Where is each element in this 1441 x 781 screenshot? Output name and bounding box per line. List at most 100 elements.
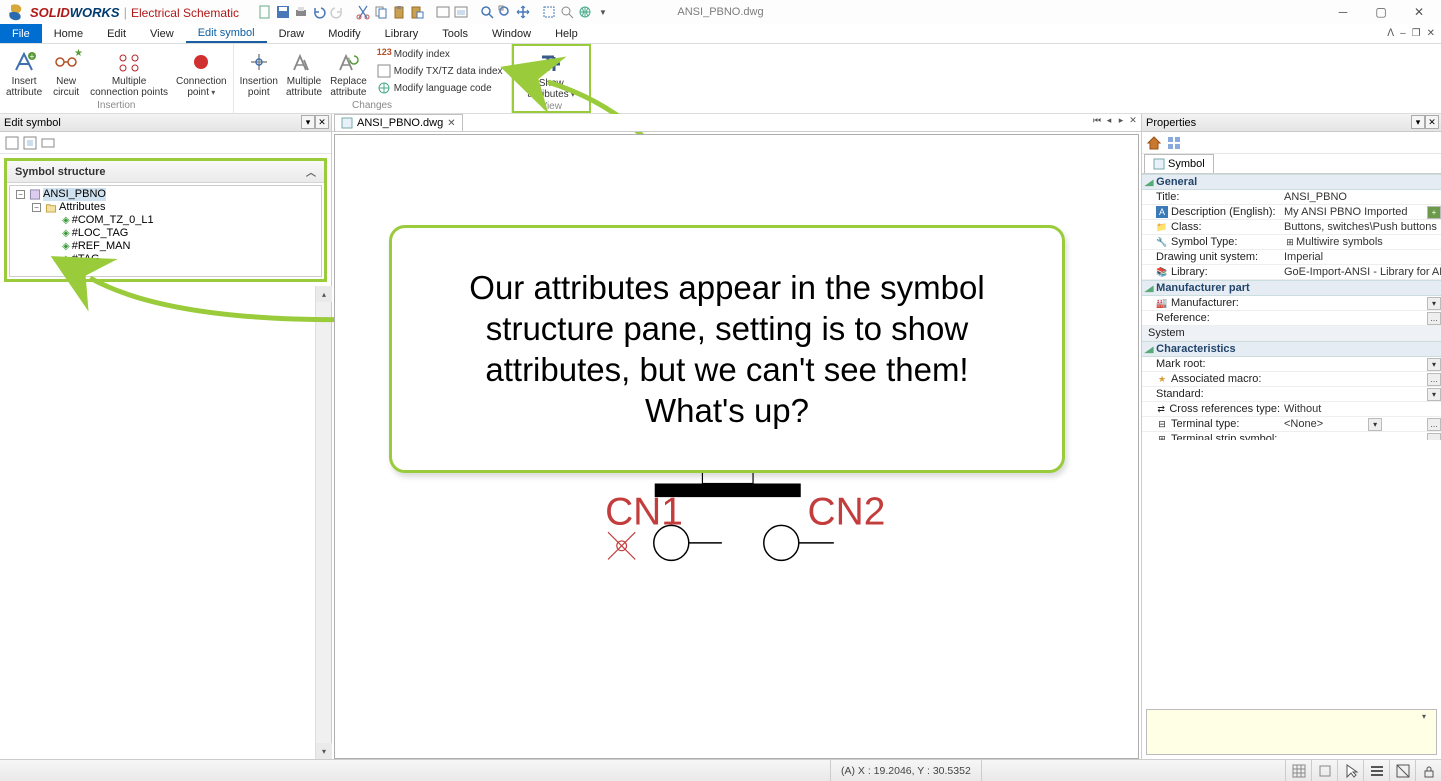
- globe-icon[interactable]: [577, 4, 593, 20]
- prop-row[interactable]: ADescription (English):My ANSI PBNO Impo…: [1142, 205, 1441, 220]
- child-close-icon[interactable]: ✕: [1425, 28, 1437, 39]
- prop-row[interactable]: ⊞Terminal strip symbol:…: [1142, 432, 1441, 440]
- maximize-button[interactable]: ▢: [1371, 2, 1391, 22]
- multiple-connection-points-button[interactable]: Multiple connection points: [86, 46, 172, 98]
- menu-edit-symbol[interactable]: Edit symbol: [186, 24, 267, 43]
- new-doc-icon[interactable]: [257, 4, 273, 20]
- dropdown-button[interactable]: ▾: [1427, 358, 1441, 371]
- prop-row[interactable]: ★Associated macro:…: [1142, 372, 1441, 387]
- tree-toggle[interactable]: −: [32, 203, 41, 212]
- menu-home[interactable]: Home: [42, 24, 95, 43]
- lines-icon[interactable]: [1363, 760, 1389, 781]
- ellipsis-button[interactable]: …: [1427, 312, 1441, 325]
- modify-language-button[interactable]: Modify language code: [377, 80, 503, 96]
- section-general[interactable]: General: [1142, 174, 1441, 190]
- layers-icon[interactable]: [435, 4, 451, 20]
- menu-modify[interactable]: Modify: [316, 24, 372, 43]
- replace-attribute-button[interactable]: Replace attribute: [326, 46, 371, 98]
- panel-menu-icon[interactable]: ▾: [1411, 115, 1425, 129]
- redo-icon[interactable]: [329, 4, 345, 20]
- add-button[interactable]: +: [1427, 206, 1441, 219]
- grid-toggle-icon[interactable]: [1285, 760, 1311, 781]
- select-icon[interactable]: [541, 4, 557, 20]
- pan-icon[interactable]: [515, 4, 531, 20]
- osnap-icon[interactable]: [1389, 760, 1415, 781]
- tree-node-attr[interactable]: ◈#COM_TZ_0_L1: [62, 214, 317, 227]
- tree-node-root[interactable]: ANSI_PBNO: [43, 188, 106, 201]
- notes-dropdown-icon[interactable]: ▾: [1422, 712, 1434, 724]
- ellipsis-button[interactable]: …: [1427, 373, 1441, 386]
- save-icon[interactable]: [275, 4, 291, 20]
- child-minimize-icon[interactable]: –: [1398, 28, 1408, 39]
- prop-row[interactable]: Title:ANSI_PBNO: [1142, 190, 1441, 205]
- new-circuit-button[interactable]: ★ New circuit: [46, 46, 86, 98]
- close-button[interactable]: ✕: [1409, 2, 1429, 22]
- insertion-point-button[interactable]: Insertion point: [236, 46, 282, 98]
- child-restore-icon[interactable]: ❐: [1410, 28, 1423, 39]
- paste-special-icon[interactable]: [409, 4, 425, 20]
- prop-row[interactable]: 🔧Symbol Type:⊞Multiwire symbols: [1142, 235, 1441, 250]
- prop-row[interactable]: ⊟Terminal type:<None>▾…: [1142, 417, 1441, 432]
- tree-toggle[interactable]: −: [16, 190, 25, 199]
- paste-icon[interactable]: [391, 4, 407, 20]
- tool3-icon[interactable]: [40, 135, 56, 151]
- prop-row[interactable]: Drawing unit system:Imperial: [1142, 250, 1441, 265]
- prop-row[interactable]: Reference:…: [1142, 311, 1441, 326]
- symbol-structure-tree[interactable]: − ANSI_PBNO − Attributes ◈#COM_TZ_0_L1 ◈…: [9, 185, 322, 277]
- zoom-icon[interactable]: [479, 4, 495, 20]
- cursor-icon[interactable]: [1337, 760, 1363, 781]
- menu-tools[interactable]: Tools: [430, 24, 480, 43]
- cut-icon[interactable]: [355, 4, 371, 20]
- menu-help[interactable]: Help: [543, 24, 590, 43]
- zoom-window-icon[interactable]: [497, 4, 513, 20]
- menu-library[interactable]: Library: [373, 24, 431, 43]
- undo-icon[interactable]: [311, 4, 327, 20]
- panel-close-icon[interactable]: ✕: [1425, 115, 1439, 129]
- drawing-canvas[interactable]: CN1 CN2 Our attributes appear in the sym…: [334, 134, 1139, 759]
- insert-attribute-button[interactable]: + Insert attribute: [2, 46, 46, 98]
- tab-nav-prev-icon[interactable]: ◂: [1103, 115, 1115, 126]
- print-icon[interactable]: [293, 4, 309, 20]
- menu-view[interactable]: View: [138, 24, 186, 43]
- dropdown-button[interactable]: ▾: [1427, 297, 1441, 310]
- tab-nav-next-icon[interactable]: ▸: [1115, 115, 1127, 126]
- tab-close-icon[interactable]: ✕: [447, 118, 455, 129]
- menu-edit[interactable]: Edit: [95, 24, 138, 43]
- home-icon[interactable]: [1146, 135, 1162, 151]
- tool1-icon[interactable]: [4, 135, 20, 151]
- connection-point-button[interactable]: Connection point ▾: [172, 46, 231, 98]
- panel-menu-icon[interactable]: ▾: [301, 115, 315, 129]
- tab-nav-first-icon[interactable]: ⏮: [1091, 115, 1103, 126]
- prop-row[interactable]: ⇄Cross references type:Without: [1142, 402, 1441, 417]
- tool2-icon[interactable]: [22, 135, 38, 151]
- modify-txtz-button[interactable]: Modify TX/TZ data index: [377, 63, 503, 79]
- ellipsis-button[interactable]: …: [1427, 433, 1441, 440]
- show-attributes-button[interactable]: Showattributes ▾: [516, 48, 587, 100]
- properties-tab-symbol[interactable]: Symbol: [1144, 154, 1214, 173]
- tab-nav-close-icon[interactable]: ✕: [1127, 115, 1139, 126]
- collapse-icon[interactable]: ︿: [306, 164, 316, 179]
- layers2-icon[interactable]: [453, 4, 469, 20]
- copy-icon[interactable]: [373, 4, 389, 20]
- prop-row[interactable]: 📚Library:GoE-Import-ANSI - Library for A…: [1142, 265, 1441, 280]
- section-manufacturer[interactable]: Manufacturer part: [1142, 280, 1441, 296]
- lock-icon[interactable]: [1415, 760, 1441, 781]
- prop-row[interactable]: Mark root:▾: [1142, 357, 1441, 372]
- ribbon-collapse-icon[interactable]: ᐱ: [1385, 28, 1396, 39]
- tree-node-attributes[interactable]: Attributes: [59, 201, 105, 214]
- minimize-button[interactable]: ─: [1333, 2, 1353, 22]
- tree-node-attr[interactable]: ◈#LOC_TAG: [62, 227, 317, 240]
- tree-node-attr[interactable]: ◈#TAG: [62, 253, 317, 266]
- prop-row[interactable]: System: [1142, 326, 1441, 341]
- left-scrollbar[interactable]: ▴ ▾: [315, 286, 331, 759]
- scroll-down-icon[interactable]: ▾: [316, 743, 332, 759]
- menu-draw[interactable]: Draw: [267, 24, 317, 43]
- dropdown-button[interactable]: ▾: [1368, 418, 1382, 431]
- dropdown-button[interactable]: ▾: [1427, 388, 1441, 401]
- find-icon[interactable]: [559, 4, 575, 20]
- snap-toggle-icon[interactable]: [1311, 760, 1337, 781]
- scroll-up-icon[interactable]: ▴: [316, 286, 332, 302]
- panel-close-icon[interactable]: ✕: [315, 115, 329, 129]
- menu-window[interactable]: Window: [480, 24, 543, 43]
- prop-row[interactable]: 📁Class:Buttons, switches\Push buttons: [1142, 220, 1441, 235]
